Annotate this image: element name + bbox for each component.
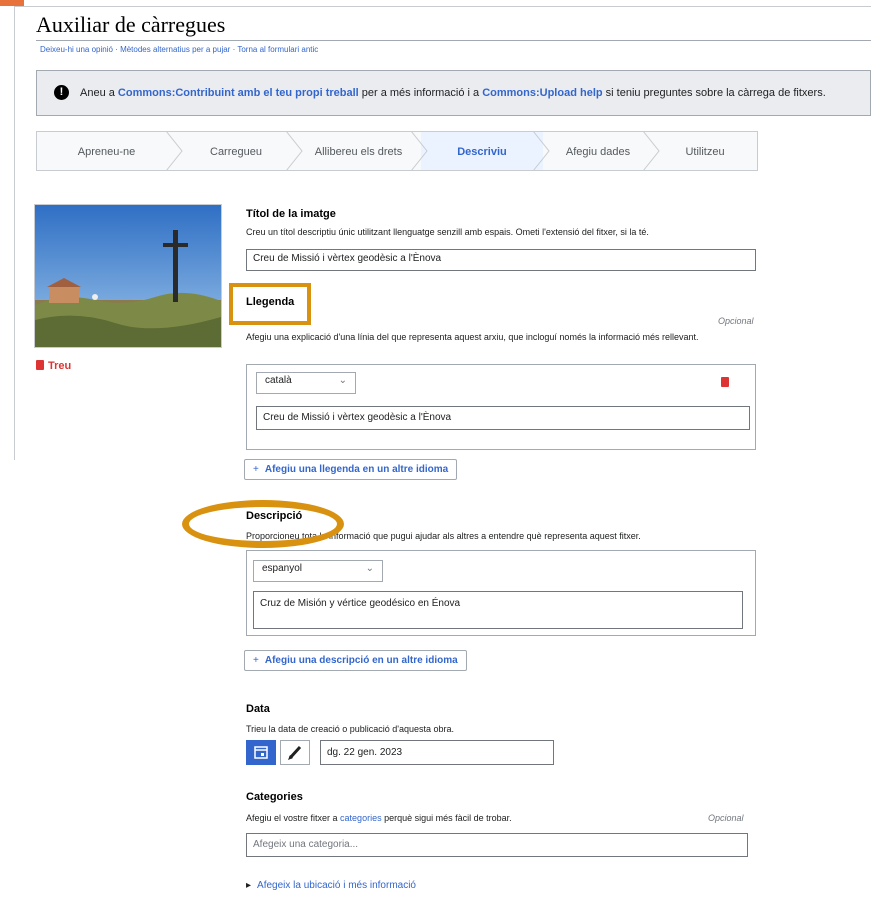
description-language-select[interactable]: espanyol ⌄ — [253, 560, 383, 582]
chevron-right-icon: ▸ — [246, 880, 252, 891]
categories-label: Categories — [246, 791, 303, 803]
wizard-steps: Apreneu-ne Carregueu Allibereu els drets… — [36, 131, 758, 171]
chevron-down-icon: ⌄ — [338, 375, 347, 386]
add-caption-label: Afegiu una llegenda en un altre idioma — [264, 464, 449, 475]
trash-icon[interactable] — [721, 377, 729, 387]
pencil-icon — [288, 745, 302, 760]
caption-input[interactable]: Creu de Missió i vèrtex geodèsic a l'Èno… — [256, 406, 750, 430]
date-input[interactable]: dg. 22 gen. 2023 — [320, 740, 554, 765]
plus-icon: + — [253, 464, 259, 475]
chevron-down-icon: ⌄ — [365, 563, 374, 574]
contributing-link[interactable]: Commons:Contribuint amb el teu propi tre… — [118, 87, 359, 99]
add-description-button[interactable]: + Afegiu una descripció en un altre idiom… — [244, 650, 467, 671]
title-help: Creu un títol descriptiu únic utilitzant… — [246, 227, 649, 237]
categories-link[interactable]: categories — [340, 813, 382, 823]
notice-text-part: per a més informació i a — [358, 87, 483, 99]
categories-optional: Opcional — [708, 813, 744, 823]
description-language-panel: espanyol ⌄ Cruz de Misión y vértice geod… — [246, 550, 756, 636]
top-divider — [14, 6, 871, 7]
caption-highlight-box — [229, 283, 311, 325]
feedback-link[interactable]: Deixeu-hi una opinió — [40, 45, 113, 54]
notice-text-part: Aneu a — [80, 87, 118, 99]
trash-icon — [36, 360, 44, 370]
more-info-label: Afegeix la ubicació i més informació — [257, 880, 416, 891]
calendar-button[interactable] — [246, 740, 276, 765]
page-title: Auxiliar de càrregues — [36, 12, 226, 37]
add-description-label: Afegiu una descripció en un altre idioma — [264, 655, 458, 666]
caption-help: Afegiu una explicació d'una línia del qu… — [246, 332, 699, 342]
alternative-methods-link[interactable]: Mètodes alternatius per a pujar — [120, 45, 230, 54]
caption-language-select[interactable]: català ⌄ — [256, 372, 356, 394]
step-chevrons — [165, 131, 660, 171]
exclamation-icon: ! — [54, 85, 69, 100]
title-input[interactable]: Creu de Missió i vèrtex geodèsic a l'Èno… — [246, 249, 756, 271]
caption-language-value: català — [265, 375, 292, 386]
image-thumbnail — [34, 204, 222, 348]
plus-icon: + — [253, 655, 259, 666]
notice-text-part: si teniu preguntes sobre la càrrega de f… — [602, 87, 826, 99]
title-label: Títol de la imatge — [246, 208, 336, 220]
left-border — [0, 0, 15, 460]
header-links: Deixeu-hi una opinió · Mètodes alternati… — [40, 45, 318, 54]
old-form-link[interactable]: Torna al formulari antic — [237, 45, 318, 54]
title-divider — [36, 40, 871, 41]
description-highlight-oval — [182, 500, 344, 548]
notice-text: Aneu a Commons:Contribuint amb el teu pr… — [80, 87, 826, 99]
description-language-value: espanyol — [262, 563, 303, 574]
categories-help-text: Afegiu el vostre fitxer a — [246, 813, 341, 823]
categories-help-text: perquè sigui més fàcil de trobar. — [381, 813, 512, 823]
categories-input[interactable]: Afegeix una categoria... — [246, 833, 748, 857]
add-caption-button[interactable]: + Afegiu una llegenda en un altre idioma — [244, 459, 458, 480]
calendar-icon — [254, 746, 268, 759]
caption-optional: Opcional — [718, 316, 754, 326]
edit-date-button[interactable] — [280, 740, 310, 765]
more-info-toggle[interactable]: ▸ Afegeix la ubicació i més informació — [246, 880, 416, 891]
info-notice: ! Aneu a Commons:Contribuint amb el teu … — [36, 70, 871, 116]
caption-language-panel: català ⌄ Creu de Missió i vèrtex geodèsi… — [246, 364, 756, 450]
remove-label: Treu — [48, 360, 72, 372]
remove-file-button[interactable]: Treu — [36, 360, 71, 372]
upload-help-link[interactable]: Commons:Upload help — [482, 87, 602, 99]
categories-help: Afegiu el vostre fitxer a categories per… — [246, 813, 512, 823]
description-input[interactable]: Cruz de Misión y vértice geodésico en Én… — [253, 591, 743, 629]
date-help: Trieu la data de creació o publicació d'… — [246, 724, 455, 734]
date-label: Data — [246, 703, 270, 715]
